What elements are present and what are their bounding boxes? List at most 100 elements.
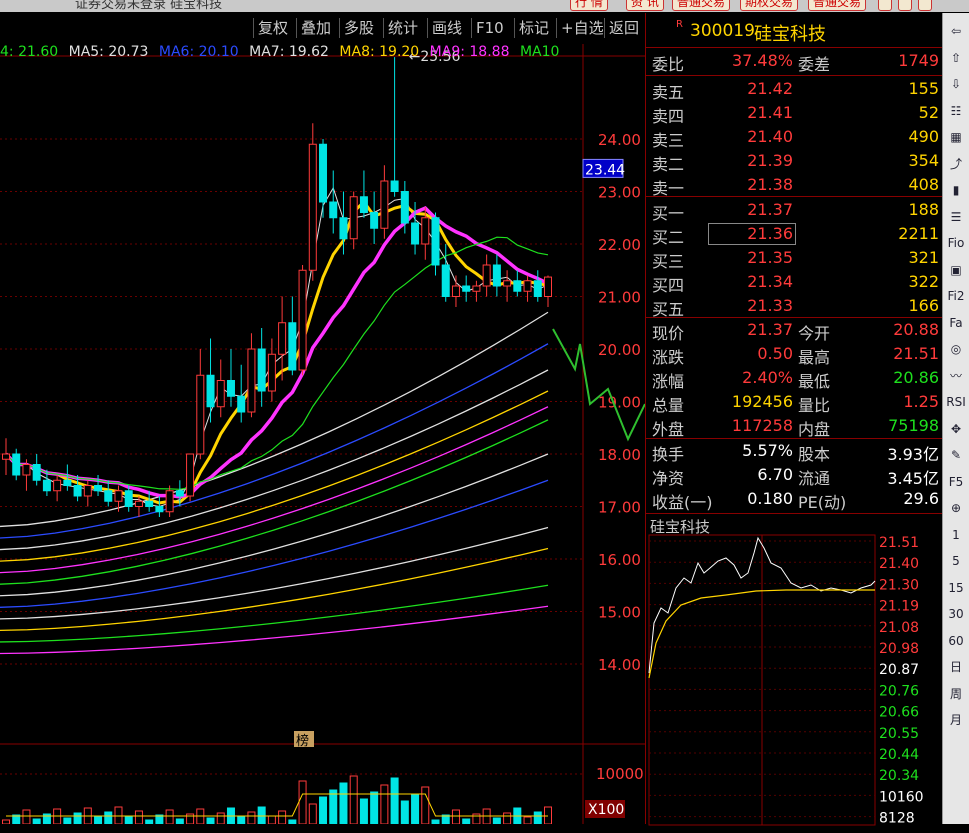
- sidebar-tool-button[interactable]: 1: [946, 525, 966, 545]
- sidebar-tool-button[interactable]: ⇩: [946, 74, 966, 94]
- sidebar-tool-button[interactable]: ☷: [946, 101, 966, 121]
- candle-body: [451, 285, 460, 297]
- y-tick-label: 22.00: [598, 236, 641, 254]
- ma-line: [0, 453, 549, 597]
- kline-chart[interactable]: 24.00 23.00 22.00 21.00 20.00 19.00 18.00 17.00…: [0, 44, 645, 824]
- candle-body: [226, 380, 235, 397]
- cursor-price-label: 23.44: [585, 162, 625, 178]
- volume-bar: [267, 815, 276, 824]
- top-button-news[interactable]: 资 讯: [626, 0, 664, 11]
- candle-body: [349, 196, 358, 240]
- candle-body: [247, 348, 256, 413]
- toolbar-overlay[interactable]: 叠加: [296, 18, 335, 38]
- volume-bar: [237, 816, 246, 824]
- toolbar-mark[interactable]: 标记: [514, 18, 553, 38]
- intraday-chart[interactable]: 21.51 21.40 21.30 21.19 21.08 20.98 20.87 20.76…: [646, 533, 943, 833]
- candle-body: [523, 280, 532, 292]
- quote-panel: R 300019 硅宝科技 委比 37.48% 委差 1749 卖五 21.42 1…: [645, 13, 943, 827]
- sidebar-tool-button[interactable]: ⊕: [946, 498, 966, 518]
- bid-row: 买三 21.35 321: [646, 248, 943, 271]
- ask-price: 21.39: [747, 151, 793, 170]
- top-button-options[interactable]: 期权交易: [740, 0, 799, 11]
- bid-volume: 188: [908, 200, 939, 219]
- sidebar-tool-button[interactable]: 5: [946, 551, 966, 571]
- candle-body: [206, 374, 215, 408]
- ask-volume: 354: [908, 151, 939, 170]
- stat-label: 现价: [652, 324, 685, 343]
- stat-label: 总量: [652, 396, 685, 415]
- stat-label: 今开: [798, 324, 831, 343]
- intraday-tick: 8128: [879, 811, 915, 827]
- toolbar-multi[interactable]: 多股: [339, 18, 378, 38]
- bid-price: 21.37: [747, 200, 793, 219]
- sidebar-tool-button[interactable]: ▣: [946, 260, 966, 280]
- toolbar-back[interactable]: 返回: [604, 18, 643, 38]
- toolbar-draw[interactable]: 画线: [427, 18, 466, 38]
- sidebar-tool-button[interactable]: Fio: [946, 233, 966, 253]
- candle-body: [472, 285, 481, 292]
- sidebar-tool-button[interactable]: F5: [946, 472, 966, 492]
- toolbar-fuquan[interactable]: 复权: [253, 18, 292, 38]
- sidebar-tool-button[interactable]: ✥: [946, 419, 966, 439]
- stat-value: 192456: [731, 392, 793, 411]
- candle-body: [216, 380, 225, 408]
- sidebar-tool-button[interactable]: ▦: [946, 127, 966, 147]
- volume-bar: [94, 816, 103, 824]
- stat-row: 涨跌 0.50 最高 21.51: [646, 344, 943, 367]
- min-icon[interactable]: [878, 0, 892, 11]
- fund-row: 净资 6.70 流通 3.45亿: [646, 465, 943, 488]
- sidebar-tool-button[interactable]: 〰: [946, 366, 966, 386]
- sidebar-tool-button[interactable]: ✎: [946, 445, 966, 465]
- sidebar-tool-button[interactable]: RSI: [946, 392, 966, 412]
- title-strip: 证券交易未登录 硅宝科技 行 情 资 讯 普通交易 期权交易 普通交易: [0, 0, 969, 12]
- ask-price: 21.41: [747, 103, 793, 122]
- ask-price: 21.42: [747, 79, 793, 98]
- sidebar-tool-button[interactable]: ◎: [946, 339, 966, 359]
- sidebar-tool-button[interactable]: Fi2: [946, 286, 966, 306]
- top-button-trade[interactable]: 普通交易: [672, 0, 731, 11]
- y-tick-label: 17.00: [598, 499, 641, 517]
- sidebar-tool-button[interactable]: 60: [946, 631, 966, 651]
- sidebar-tool-button[interactable]: 月: [946, 710, 966, 730]
- ask-row: 卖三 21.40 490: [646, 127, 943, 150]
- candle-body: [339, 217, 348, 240]
- sidebar-tool-button[interactable]: ⇧: [946, 48, 966, 68]
- volume-bar: [400, 800, 409, 824]
- sidebar-tool-button[interactable]: 日: [946, 657, 966, 677]
- sidebar-tool-button[interactable]: 周: [946, 684, 966, 704]
- volume-bar: [124, 815, 133, 824]
- sidebar-tool-button[interactable]: Fa: [946, 313, 966, 333]
- top-button-trade2[interactable]: 普通交易: [808, 0, 867, 11]
- volume-scale-label: X100: [588, 802, 624, 818]
- candle-body: [421, 217, 430, 245]
- volume-bar: [421, 786, 430, 824]
- volume-bar: [134, 810, 143, 824]
- ask-volume: 490: [908, 127, 939, 146]
- toolbar-f10[interactable]: F10: [471, 18, 508, 38]
- sidebar-tool-button[interactable]: ☰: [946, 207, 966, 227]
- fund-value: 0.180: [747, 489, 793, 508]
- sidebar-tool-button[interactable]: ⤴: [946, 154, 966, 174]
- restore-icon[interactable]: [898, 0, 912, 11]
- fund-value: 5.57%: [742, 441, 793, 460]
- toolbar-stats[interactable]: 统计: [383, 18, 422, 38]
- sidebar-tool-button[interactable]: ⇦: [946, 21, 966, 41]
- toolbar-add-fav[interactable]: +自选: [556, 18, 608, 38]
- sidebar-tool-button[interactable]: 30: [946, 604, 966, 624]
- candle-body: [42, 479, 51, 492]
- ask-volume: 52: [918, 103, 939, 122]
- bid-selected-box[interactable]: [708, 223, 796, 245]
- r-flag: R: [676, 19, 683, 30]
- close-icon[interactable]: [918, 0, 932, 11]
- sidebar-tool-button[interactable]: 15: [946, 578, 966, 598]
- candle-body: [492, 264, 501, 287]
- sidebar-tool-button[interactable]: ▮: [946, 180, 966, 200]
- ma-legend-item: MA9: 18.88: [429, 44, 510, 60]
- fund-label: 收益(一): [652, 493, 713, 512]
- candle-body: [359, 196, 368, 213]
- volume-bar: [349, 775, 358, 824]
- stat-label: 最低: [798, 372, 831, 391]
- ask-label: 卖四: [652, 107, 685, 126]
- ask-price: 21.40: [747, 127, 793, 146]
- top-button-quotes[interactable]: 行 情: [570, 0, 608, 11]
